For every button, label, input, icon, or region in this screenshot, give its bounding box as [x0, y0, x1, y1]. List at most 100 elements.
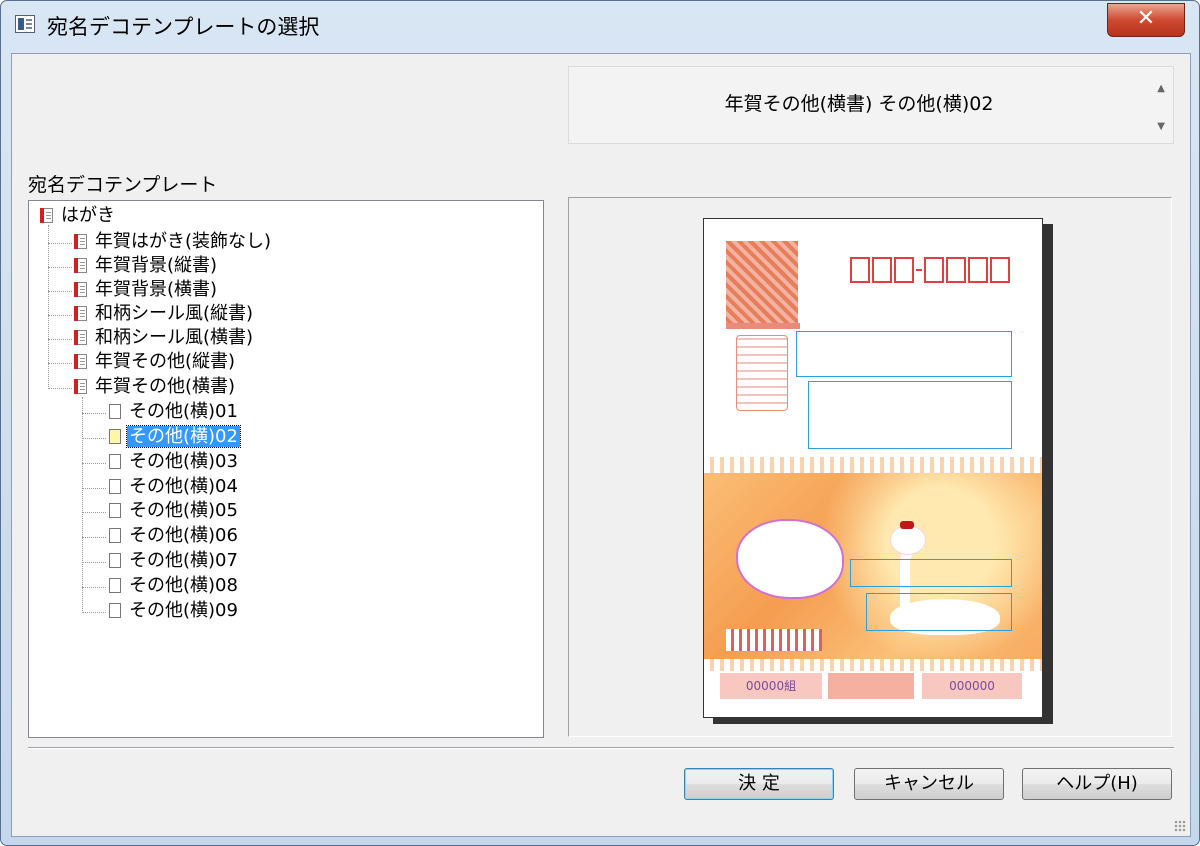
- tree-item[interactable]: その他(横)03: [107, 451, 240, 473]
- postal-digit-box: [968, 257, 988, 283]
- sender-field-frame: [850, 559, 1012, 587]
- tree-item-selected[interactable]: その他(横)02: [107, 425, 241, 448]
- tree-connector: [48, 267, 72, 268]
- tree-connector: [48, 243, 72, 244]
- ok-button[interactable]: 決 定: [684, 768, 834, 800]
- tree-connector: [82, 438, 106, 439]
- tree-connector: [82, 463, 106, 464]
- page-icon: [109, 553, 121, 568]
- close-button[interactable]: ✕: [1107, 3, 1185, 37]
- postcard-preview: 00000組 000000: [703, 218, 1043, 718]
- page-icon: [109, 503, 121, 518]
- page-icon: [109, 603, 121, 618]
- template-book-icon: [74, 306, 87, 321]
- page-icon: [109, 429, 121, 444]
- ribbon-bow: [900, 521, 914, 529]
- tree-category[interactable]: 年賀はがき(装飾なし): [73, 231, 273, 253]
- postmark-image: [736, 335, 788, 411]
- tree-connector: [82, 397, 83, 613]
- template-book-icon: [74, 258, 87, 273]
- tree-connector: [48, 388, 72, 389]
- tree-node-label: その他(横)07: [129, 550, 238, 571]
- template-book-icon: [74, 330, 87, 345]
- tree-node-label: 年賀その他(縦書): [95, 351, 236, 372]
- tree-connector: [48, 291, 72, 292]
- tree-category[interactable]: 年賀背景(縦書): [73, 255, 219, 277]
- tree-connector: [48, 315, 72, 316]
- tree-node-label: その他(横)04: [129, 476, 238, 497]
- tree-node-label: その他(横)03: [129, 451, 238, 472]
- lace-border: [704, 457, 1042, 473]
- cancel-button[interactable]: キャンセル: [854, 768, 1004, 800]
- postal-digit-box: [946, 257, 966, 283]
- lottery-number-group: 00000組: [720, 673, 822, 699]
- stamp-caption: [726, 323, 800, 329]
- tree-connector: [82, 413, 106, 414]
- swan-head: [890, 525, 926, 555]
- tree-item[interactable]: その他(横)08: [107, 575, 240, 597]
- fence-decoration: [726, 629, 822, 651]
- button-row: 決 定 キャンセル ヘルプ(H): [684, 768, 1184, 802]
- help-button[interactable]: ヘルプ(H): [1022, 768, 1172, 800]
- lace-border: [704, 659, 1042, 671]
- template-name-box: 年賀その他(横書) その他(横)02 ▲ ▼: [568, 66, 1174, 144]
- tree-node-label: 和柄シール風(横書): [95, 327, 254, 348]
- tree-category[interactable]: 和柄シール風(縦書): [73, 303, 255, 325]
- lottery-stamp-image: [828, 673, 914, 699]
- tree-connector: [82, 587, 106, 588]
- postal-dash: [916, 269, 922, 271]
- address-field-frame: [808, 381, 1012, 449]
- postal-digit-box: [990, 257, 1010, 283]
- tree-connector: [82, 512, 106, 513]
- tree-item[interactable]: その他(横)05: [107, 500, 240, 522]
- tree-node-label: はがき: [61, 205, 115, 226]
- tree-node-label: 年賀背景(縦書): [95, 255, 218, 276]
- tree-item[interactable]: その他(横)01: [107, 401, 240, 423]
- sender-field-frame: [866, 593, 1012, 631]
- tree-connector: [82, 562, 106, 563]
- template-book-icon: [74, 354, 87, 369]
- tree-node-label: その他(横)01: [129, 401, 238, 422]
- stamp-image: [726, 241, 798, 327]
- tree-item[interactable]: その他(横)09: [107, 600, 240, 622]
- postal-digit-box: [850, 257, 870, 283]
- tree-category[interactable]: 年賀その他(縦書): [73, 351, 237, 373]
- tree-node-label: その他(横)05: [129, 500, 238, 521]
- tree-node-label: その他(横)09: [129, 600, 238, 621]
- tree-connector: [48, 363, 72, 364]
- postal-digit-box: [894, 257, 914, 283]
- postal-digit-box: [924, 257, 944, 283]
- tree-category[interactable]: 年賀背景(横書): [73, 279, 219, 301]
- template-book-icon: [74, 282, 87, 297]
- tree-node-label: その他(横)08: [129, 575, 238, 596]
- tree-item[interactable]: その他(横)04: [107, 476, 240, 498]
- template-book-icon: [74, 234, 87, 249]
- template-tree[interactable]: はがき 年賀はがき(装飾なし) 年賀背景(縦書) 年賀背景(横書) 和柄シール風…: [28, 200, 544, 738]
- tree-node-label: 年賀その他(横書): [95, 376, 236, 397]
- scroll-up-icon[interactable]: ▲: [1157, 83, 1165, 94]
- page-icon: [109, 404, 121, 419]
- tree-connector: [82, 488, 106, 489]
- dialog-window: 宛名デコテンプレートの選択 ✕ 年賀その他(横書) その他(横)02 ▲ ▼ 宛…: [0, 0, 1200, 846]
- template-book-icon: [40, 208, 53, 223]
- tree-connector: [48, 339, 72, 340]
- title-bar[interactable]: 宛名デコテンプレートの選択 ✕: [1, 1, 1199, 47]
- tree-node-label: 和柄シール風(縦書): [95, 303, 254, 324]
- tree-item[interactable]: その他(横)06: [107, 525, 240, 547]
- tree-category[interactable]: 和柄シール風(横書): [73, 327, 255, 349]
- tree-node-label: その他(横)06: [129, 525, 238, 546]
- page-icon: [109, 454, 121, 469]
- page-icon: [109, 578, 121, 593]
- window-title: 宛名デコテンプレートの選択: [47, 15, 320, 39]
- scroll-down-icon[interactable]: ▼: [1157, 121, 1165, 132]
- tree-item[interactable]: その他(横)07: [107, 550, 240, 572]
- page-icon: [109, 479, 121, 494]
- tree-category[interactable]: 年賀その他(横書): [73, 376, 237, 398]
- resize-grip-icon[interactable]: [1174, 820, 1186, 832]
- page-icon: [109, 528, 121, 543]
- separator: [28, 747, 1174, 749]
- address-field-frame: [796, 331, 1012, 377]
- lottery-number: 000000: [922, 673, 1022, 699]
- tree-connector: [48, 225, 49, 389]
- tree-root-hagaki[interactable]: はがき: [39, 205, 117, 227]
